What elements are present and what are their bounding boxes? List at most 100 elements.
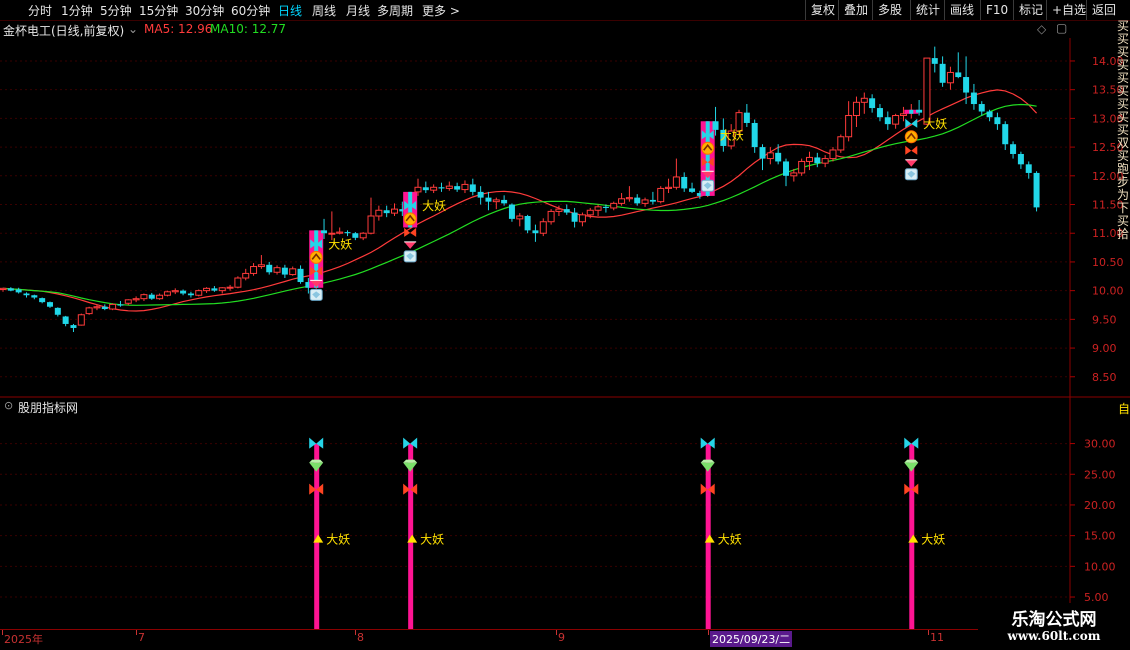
- green-gem-top: [904, 459, 919, 463]
- toolbar-button-0[interactable]: 复权: [805, 0, 840, 20]
- candle: [31, 294, 38, 300]
- candle: [367, 197, 375, 235]
- collapse-icon[interactable]: ⊙: [4, 399, 13, 412]
- watermark-url: www.60lt.com: [1007, 629, 1101, 643]
- indicator-title: 股朋指标网: [18, 401, 79, 415]
- period-tab-4[interactable]: 30分钟: [185, 2, 224, 19]
- period-tab-6[interactable]: 日线: [278, 2, 302, 19]
- candle: [649, 191, 656, 205]
- up-arrow-icon: [904, 130, 918, 144]
- diamond-icon[interactable]: ◇: [1037, 22, 1046, 36]
- green-gem-icon: [403, 462, 418, 472]
- candle: [266, 261, 273, 275]
- green-gem-icon: [309, 462, 324, 472]
- green-gem-top: [309, 459, 324, 463]
- period-tab-0[interactable]: 分时: [28, 2, 52, 19]
- toolbar-button-5[interactable]: F10: [980, 0, 1013, 20]
- candle: [352, 232, 359, 241]
- ma5-line: [2, 89, 1038, 312]
- price-tick-label: 9.00: [1092, 342, 1117, 355]
- period-tab-8[interactable]: 月线: [346, 2, 370, 19]
- watermark-title: 乐淘公式网: [1011, 610, 1097, 630]
- candle: [1010, 141, 1017, 159]
- candle: [281, 264, 288, 279]
- candle: [852, 96, 860, 127]
- candle: [375, 205, 383, 221]
- period-tab-9[interactable]: 多周期: [377, 2, 413, 19]
- candle: [571, 207, 578, 228]
- candle: [445, 181, 453, 191]
- candle: [641, 197, 649, 207]
- candle: [869, 94, 876, 113]
- period-tab-1[interactable]: 1分钟: [61, 2, 93, 19]
- signal-label: 大妖: [326, 533, 350, 547]
- price-chart[interactable]: 14.0013.5013.0012.5012.0011.5011.0010.50…: [0, 38, 1130, 398]
- candle: [297, 265, 304, 284]
- toolbar-button-4[interactable]: 画线: [944, 0, 979, 20]
- toolbar-button-2[interactable]: 多股: [872, 0, 907, 20]
- indicator-right-label: 自: [1118, 402, 1130, 416]
- green-gem-icon: [904, 462, 919, 472]
- candle: [430, 184, 438, 194]
- candle: [578, 212, 586, 227]
- red-butterfly-icon: [404, 227, 417, 237]
- toolbar-button-6[interactable]: 标记: [1013, 0, 1048, 20]
- candle: [469, 178, 476, 196]
- candle: [62, 315, 69, 327]
- candle: [148, 292, 155, 300]
- period-tab-5[interactable]: 60分钟: [231, 2, 270, 19]
- period-toolbar: 分时 1分钟 5分钟 15分钟 30分钟 60分钟 日线 周线 月线 多周期 更多 > 复权 叠加 多股统…: [0, 0, 1130, 21]
- toolbar-button-7[interactable]: +自选: [1046, 0, 1091, 20]
- candle: [876, 104, 883, 122]
- indicator-bar: 大妖: [700, 437, 742, 630]
- candle: [234, 276, 242, 289]
- candle: [743, 104, 750, 127]
- period-tab-7[interactable]: 周线: [312, 2, 336, 19]
- price-tick-label: 9.50: [1092, 313, 1117, 326]
- diamond-box-icon: [701, 179, 715, 192]
- indicator-bar: 大妖: [403, 437, 444, 630]
- candle: [946, 66, 954, 90]
- green-gem-top: [403, 459, 418, 463]
- candle: [132, 296, 140, 303]
- candle: [516, 213, 524, 227]
- signal-label: 大妖: [923, 117, 947, 131]
- up-arrow-icon: [701, 141, 715, 155]
- candle: [1002, 121, 1009, 150]
- butterfly-icon: [905, 118, 918, 128]
- candle: [70, 323, 77, 332]
- toolbar-button-8[interactable]: 返回: [1086, 0, 1121, 20]
- candle: [344, 230, 351, 237]
- date-axis: 2025年 7 8 9 2025/09/23/二 11: [0, 629, 1130, 650]
- candle: [657, 186, 665, 204]
- candle: [109, 303, 117, 311]
- signal-label: 大妖: [720, 128, 744, 142]
- period-tab-2[interactable]: 5分钟: [100, 2, 132, 19]
- window-icon[interactable]: ▢: [1056, 21, 1067, 35]
- candle: [0, 287, 7, 292]
- candle: [923, 57, 931, 126]
- candle: [203, 287, 211, 293]
- side-strip-char: 拾: [1117, 227, 1130, 241]
- candle: [438, 182, 445, 192]
- candle: [821, 155, 829, 168]
- signal-label: 大妖: [420, 533, 444, 547]
- candle: [766, 147, 774, 165]
- green-gem-top: [700, 459, 715, 463]
- sub-tick-label: 30.00: [1084, 438, 1116, 451]
- candle: [85, 306, 93, 315]
- period-tab-3[interactable]: 15分钟: [139, 2, 178, 19]
- toolbar-button-3[interactable]: 统计: [910, 0, 945, 20]
- green-gem-icon: [700, 462, 715, 472]
- period-tab-10[interactable]: 更多 >: [422, 2, 460, 19]
- side-strip: 买买买买买买买买买双买跑步为下买拾: [1117, 20, 1130, 400]
- date-label: 9: [558, 631, 565, 644]
- indicator-chart[interactable]: 30.0025.0020.0015.0010.005.00大妖 大妖 大妖 大妖: [0, 398, 1130, 630]
- toolbar-button-1[interactable]: 叠加: [838, 0, 873, 20]
- chevron-down-icon[interactable]: ⌄: [128, 22, 138, 36]
- date-label: 8: [357, 631, 364, 644]
- candle: [242, 268, 250, 281]
- candle: [1033, 171, 1040, 212]
- candle: [454, 182, 461, 192]
- stock-title[interactable]: 金杯电工(日线,前复权): [3, 22, 124, 39]
